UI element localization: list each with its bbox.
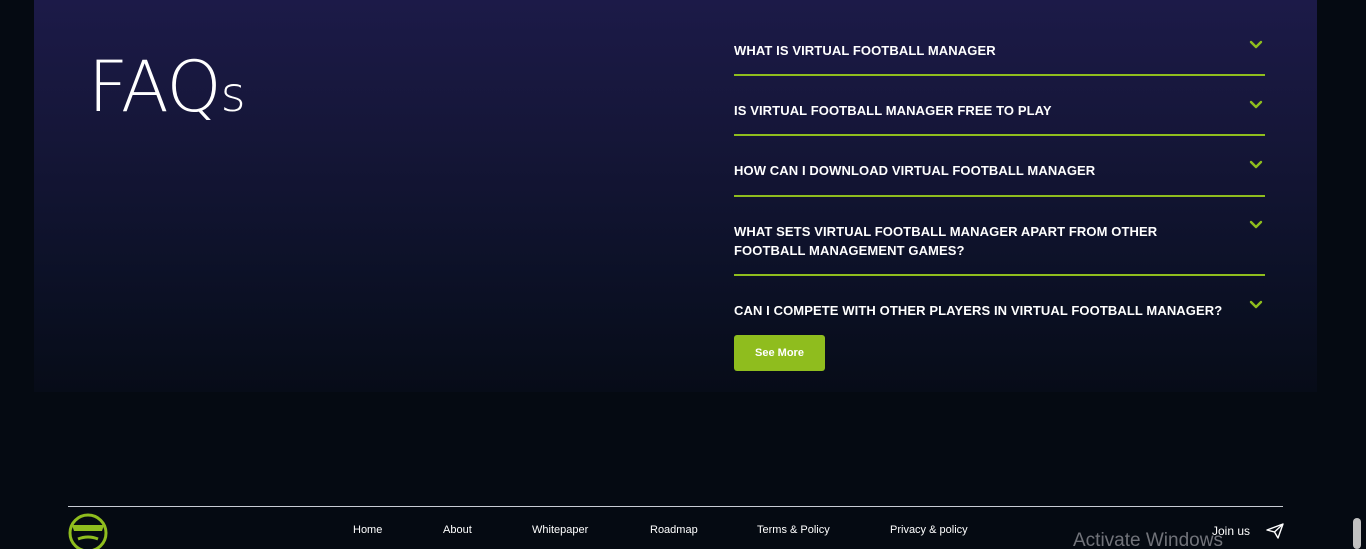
footer-link-terms[interactable]: Terms & Policy xyxy=(757,524,830,536)
chevron-down-icon[interactable] xyxy=(1247,38,1265,52)
faq-question: IS VIRTUAL FOOTBALL MANAGER FREE TO PLAY xyxy=(734,103,1052,118)
faq-item[interactable]: IS VIRTUAL FOOTBALL MANAGER FREE TO PLAY xyxy=(734,96,1265,136)
faq-heading: FAQs xyxy=(88,52,246,123)
faq-question: HOW CAN I DOWNLOAD VIRTUAL FOOTBALL MANA… xyxy=(734,163,1096,178)
faq-heading-suffix: s xyxy=(220,67,246,123)
page: FAQs WHAT IS VIRTUAL FOOTBALL MANAGER IS… xyxy=(0,0,1366,549)
chevron-down-icon[interactable] xyxy=(1247,98,1265,112)
faq-item[interactable]: WHAT IS VIRTUAL FOOTBALL MANAGER xyxy=(734,36,1265,76)
faq-item[interactable]: CAN I COMPETE WITH OTHER PLAYERS IN VIRT… xyxy=(734,296,1265,326)
footer-link-whitepaper[interactable]: Whitepaper xyxy=(532,524,588,536)
join-us-label[interactable]: Join us xyxy=(1212,524,1250,538)
send-icon[interactable] xyxy=(1265,522,1285,540)
chevron-down-icon[interactable] xyxy=(1247,158,1265,172)
faq-heading-main: FAQ xyxy=(88,46,222,128)
footer-link-privacy[interactable]: Privacy & policy xyxy=(890,524,968,536)
activate-windows-watermark: Activate Windows xyxy=(1073,530,1223,549)
see-more-button[interactable]: See More xyxy=(734,335,825,371)
faq-question: CAN I COMPETE WITH OTHER PLAYERS IN VIRT… xyxy=(734,303,1223,318)
footer-link-roadmap[interactable]: Roadmap xyxy=(650,524,698,536)
footer-link-home[interactable]: Home xyxy=(353,524,382,536)
faq-item[interactable]: HOW CAN I DOWNLOAD VIRTUAL FOOTBALL MANA… xyxy=(734,156,1265,197)
footer-divider xyxy=(68,506,1283,507)
faq-item[interactable]: WHAT SETS VIRTUAL FOOTBALL MANAGER APART… xyxy=(734,216,1265,276)
faq-question: WHAT SETS VIRTUAL FOOTBALL MANAGER APART… xyxy=(734,224,1158,258)
vfm-logo[interactable] xyxy=(66,511,110,549)
scrollbar-thumb[interactable] xyxy=(1353,518,1361,549)
chevron-down-icon[interactable] xyxy=(1247,218,1265,232)
chevron-down-icon[interactable] xyxy=(1247,298,1265,312)
faq-question: WHAT IS VIRTUAL FOOTBALL MANAGER xyxy=(734,43,996,58)
footer-link-about[interactable]: About xyxy=(443,524,472,536)
